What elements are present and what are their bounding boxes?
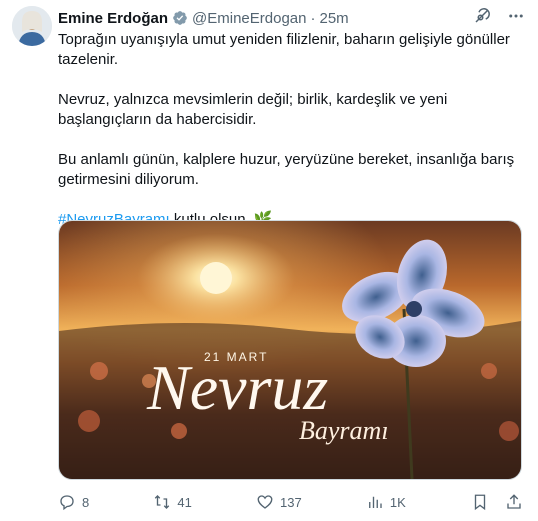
like-button[interactable]: 137 xyxy=(256,493,302,511)
bookmark-icon[interactable] xyxy=(470,492,490,512)
tweet-paragraph: Nevruz, yalnızca mevsimlerin değil; birl… xyxy=(58,91,448,128)
like-count: 137 xyxy=(280,494,302,510)
author-handle[interactable]: @EmineErdogan xyxy=(192,10,306,27)
tweet: Emine Erdoğan @EmineErdogan · 25m Toprağ… xyxy=(0,0,538,521)
header-icons xyxy=(472,6,526,26)
grok-icon[interactable] xyxy=(472,6,492,26)
reply-button[interactable]: 8 xyxy=(58,493,89,511)
reply-icon xyxy=(60,495,74,511)
image-title-text: Nevruz xyxy=(146,352,328,423)
verified-badge-icon xyxy=(172,10,188,26)
repost-count: 41 xyxy=(177,494,192,510)
repost-button[interactable]: 41 xyxy=(153,493,192,511)
views-count: 1K xyxy=(389,494,406,510)
image-subtitle-text: Bayramı xyxy=(299,416,389,445)
tweet-image[interactable]: 21 MART Nevruz Bayramı xyxy=(58,220,522,480)
tweet-header: Emine Erdoğan @EmineErdogan · 25m xyxy=(58,8,526,28)
share-icon[interactable] xyxy=(504,492,524,512)
avatar[interactable] xyxy=(12,6,52,46)
separator-dot: · xyxy=(310,9,316,27)
tweet-actions: 8 41 137 1K xyxy=(58,492,524,512)
more-icon[interactable] xyxy=(506,6,526,26)
tweet-paragraph: Toprağın uyanışıyla umut yeniden filizle… xyxy=(58,31,510,68)
views-icon xyxy=(368,496,382,508)
author-name[interactable]: Emine Erdoğan xyxy=(58,10,168,27)
views-button[interactable]: 1K xyxy=(366,493,406,511)
reply-count: 8 xyxy=(82,494,90,510)
tweet-text: Toprağın uyanışıyla umut yeniden filizle… xyxy=(58,30,524,250)
like-icon xyxy=(257,495,273,509)
repost-icon xyxy=(155,495,170,509)
tweet-paragraph: Bu anlamlı günün, kalplere huzur, yeryüz… xyxy=(58,151,515,188)
tweet-time[interactable]: 25m xyxy=(320,10,349,27)
right-actions xyxy=(470,492,524,512)
